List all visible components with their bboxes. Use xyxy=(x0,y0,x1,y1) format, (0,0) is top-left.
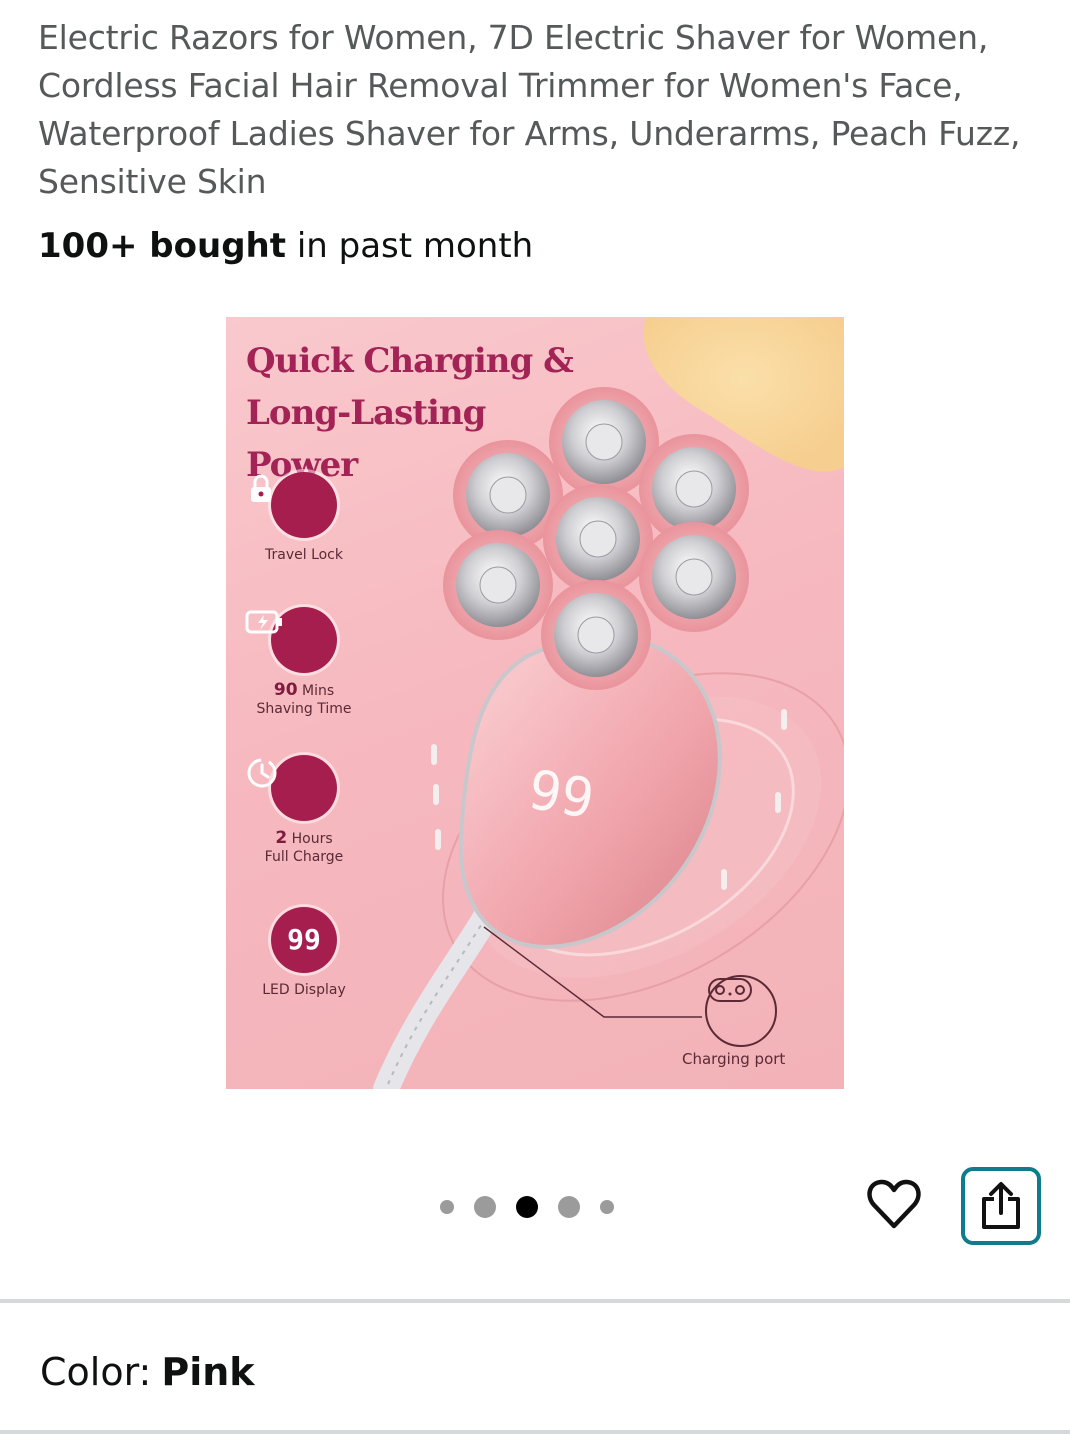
carousel-dot[interactable] xyxy=(440,1200,454,1214)
feature-shaving-time: 90 Mins Shaving Time xyxy=(244,607,364,718)
section-divider xyxy=(0,1430,1070,1434)
charging-port-icon xyxy=(705,975,777,1047)
carousel-dot[interactable] xyxy=(600,1200,614,1214)
carousel-dot[interactable] xyxy=(474,1196,496,1218)
color-value: Pink xyxy=(161,1350,255,1394)
feature-number: 90 xyxy=(273,680,298,700)
carousel-dot[interactable] xyxy=(558,1196,580,1218)
carousel-dots[interactable] xyxy=(440,1192,634,1222)
led-readout: 99 xyxy=(524,758,599,831)
feature-label: Travel Lock xyxy=(265,547,343,563)
section-divider xyxy=(0,1299,1070,1303)
feature-number: 2 xyxy=(275,828,288,848)
share-button[interactable] xyxy=(961,1167,1041,1245)
wishlist-button[interactable] xyxy=(862,1172,926,1236)
feature-sub: Shaving Time xyxy=(256,701,352,717)
heart-icon xyxy=(867,1179,921,1229)
feature-sub: Full Charge xyxy=(264,849,344,865)
product-title: Electric Razors for Women, 7D Electric S… xyxy=(38,18,1021,201)
feature-led-display: 99 LED Display xyxy=(244,907,364,999)
color-label: Color: xyxy=(40,1350,152,1394)
feature-full-charge: 2 Hours Full Charge xyxy=(244,755,364,866)
clock-icon xyxy=(247,755,337,821)
carousel-dot[interactable] xyxy=(516,1196,538,1218)
feature-unit: Mins xyxy=(301,683,335,699)
lock-icon xyxy=(251,472,337,538)
charging-port-label: Charging port xyxy=(682,1050,786,1068)
color-selection: Color: Pink xyxy=(40,1346,255,1398)
feature-travel-lock: Travel Lock xyxy=(244,472,364,564)
led-display-icon: 99 xyxy=(271,907,337,973)
led-icon-digits: 99 xyxy=(287,923,321,956)
bought-count: 100+ bought in past month xyxy=(38,222,533,270)
image-headline: Quick Charging & Long-Lasting Power xyxy=(246,341,574,485)
bought-count-number: 100+ bought xyxy=(38,226,286,266)
feature-unit: Hours xyxy=(291,831,333,847)
feature-label: LED Display xyxy=(262,982,346,998)
bought-count-suffix: in past month xyxy=(296,226,534,266)
battery-charge-icon xyxy=(245,607,337,673)
product-image[interactable]: 99 Quick Charging & Long-Lasting Power T… xyxy=(226,317,844,1089)
share-icon xyxy=(982,1182,1020,1229)
